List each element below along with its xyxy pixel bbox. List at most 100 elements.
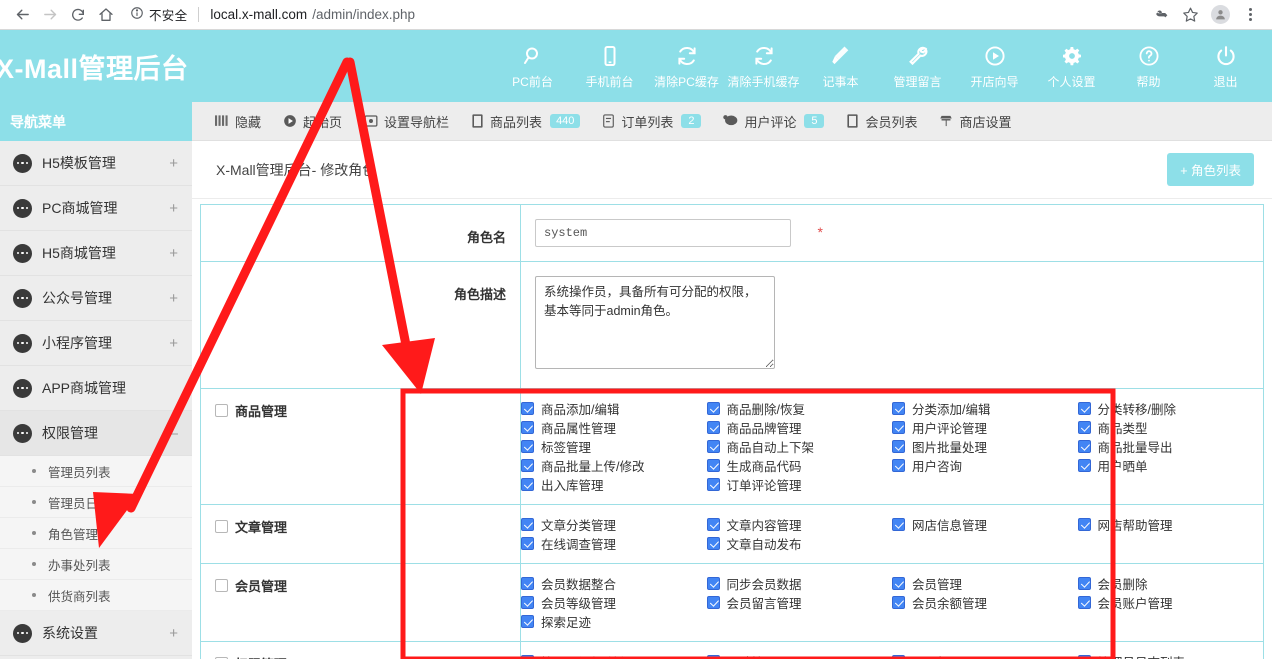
sidebar-subitem-office-list[interactable]: 办事处列表 (0, 549, 192, 580)
checkbox[interactable] (706, 478, 720, 491)
home-icon[interactable] (92, 1, 120, 29)
checkbox[interactable] (1077, 655, 1091, 659)
tool-notebook[interactable]: 记事本 (802, 43, 879, 90)
sidebar-item-permission-management[interactable]: 权限管理 – (0, 411, 192, 456)
sidebar-item-official-account[interactable]: 公众号管理 + (0, 276, 192, 321)
permission-checkbox-item[interactable]: 同步会员数据 (706, 574, 893, 593)
tool-help[interactable]: 帮助 (1110, 43, 1187, 90)
permission-checkbox-item[interactable]: 会员账户管理 (1077, 593, 1264, 612)
permission-checkbox-item[interactable]: 商品批量上传/修改 (521, 456, 707, 475)
subnav-navbar-settings[interactable]: 设置导航栏 (353, 112, 460, 131)
expand-toggle-icon[interactable]: + (169, 335, 178, 352)
permission-checkbox-item[interactable]: 订单评论管理 (706, 475, 893, 494)
sidebar-subitem-admin-log[interactable]: 管理员日志 (0, 487, 192, 518)
subnav-user-comments[interactable]: 用户评论 5 (712, 112, 835, 131)
tool-pc-frontend[interactable]: PC前台 (494, 43, 571, 90)
sidebar-item-miniprogram[interactable]: 小程序管理 + (0, 321, 192, 366)
group-checkbox[interactable] (215, 579, 228, 592)
sidebar-subitem-role-management[interactable]: 角色管理 (0, 518, 192, 549)
tool-logout[interactable]: 退出 (1187, 43, 1264, 90)
subnav-product-list[interactable]: 商品列表 440 (460, 112, 591, 131)
checkbox[interactable] (521, 421, 534, 434)
role-name-input[interactable] (535, 219, 791, 247)
checkbox[interactable] (706, 421, 720, 434)
permission-checkbox-item[interactable]: 探索足迹 (521, 612, 707, 631)
star-icon[interactable] (1176, 1, 1204, 29)
checkbox[interactable] (521, 655, 534, 659)
checkbox[interactable] (892, 655, 905, 659)
permission-group-toggle[interactable]: 商品管理 (215, 401, 520, 420)
expand-toggle-icon[interactable]: + (169, 155, 178, 172)
permission-checkbox-item[interactable]: 会员等级管理 (521, 593, 707, 612)
checkbox[interactable] (892, 596, 905, 609)
sidebar-subitem-admin-list[interactable]: 管理员列表 (0, 456, 192, 487)
permission-checkbox-item[interactable]: 会员余额管理 (892, 593, 1078, 612)
tool-manage-messages[interactable]: 管理留言 (879, 43, 956, 90)
permission-checkbox-item[interactable]: 文章内容管理 (706, 515, 893, 534)
permission-checkbox-item[interactable]: 分类添加/编辑 (892, 399, 1078, 418)
address-bar[interactable]: 不安全 local.x-mall.com/admin/index.php (130, 3, 1146, 27)
permission-checkbox-item[interactable]: 文章分类管理 (521, 515, 707, 534)
permission-checkbox-item[interactable]: 会员数据整合 (521, 574, 707, 593)
permission-checkbox-item[interactable]: 图片批量处理 (892, 437, 1078, 456)
sidebar-item-pc-mall[interactable]: PC商城管理 + (0, 186, 192, 231)
checkbox[interactable] (521, 440, 534, 453)
checkbox[interactable] (1077, 440, 1091, 453)
subnav-start-page[interactable]: 起始页 (272, 112, 353, 131)
checkbox[interactable] (521, 518, 534, 531)
checkbox[interactable] (892, 440, 905, 453)
permission-checkbox-item[interactable]: 商品批量导出 (1077, 437, 1264, 456)
sidebar-item-app-mall[interactable]: APP商城管理 (0, 366, 192, 411)
subnav-order-list[interactable]: 订单列表 2 (591, 112, 712, 131)
checkbox[interactable] (706, 459, 720, 472)
checkbox[interactable] (521, 596, 534, 609)
permission-checkbox-item[interactable]: 出入库管理 (521, 475, 707, 494)
sidebar-subitem-supplier-list[interactable]: 供货商列表 (0, 580, 192, 611)
checkbox[interactable] (521, 459, 534, 472)
permission-checkbox-item[interactable]: 商品删除/恢复 (706, 399, 893, 418)
permission-checkbox-item[interactable]: 商品品牌管理 (706, 418, 893, 437)
subnav-shop-settings[interactable]: 商店设置 (928, 112, 1022, 131)
permission-checkbox-item[interactable]: 用户晒单 (1077, 456, 1264, 475)
permission-checkbox-item[interactable]: 管理员日志列表 (1077, 652, 1264, 659)
back-arrow-icon[interactable] (8, 1, 36, 29)
checkbox[interactable] (1077, 518, 1091, 531)
permission-checkbox-item[interactable]: 管理员添加/编辑 (521, 652, 707, 659)
checkbox[interactable] (521, 478, 534, 491)
permission-checkbox-item[interactable]: 商品类型 (1077, 418, 1264, 437)
expand-toggle-icon[interactable]: + (169, 625, 178, 642)
permission-checkbox-item[interactable]: 会员删除 (1077, 574, 1264, 593)
checkbox[interactable] (1077, 596, 1091, 609)
checkbox[interactable] (521, 577, 534, 590)
permission-group-toggle[interactable]: 文章管理 (215, 517, 520, 536)
permission-checkbox-item[interactable]: 会员管理 (892, 574, 1078, 593)
checkbox[interactable] (706, 577, 720, 590)
checkbox[interactable] (521, 615, 534, 628)
permission-checkbox-item[interactable]: 在线调查管理 (521, 534, 707, 553)
tool-mobile-frontend[interactable]: 手机前台 (571, 43, 648, 90)
permission-checkbox-item[interactable]: 标签管理 (521, 437, 707, 456)
checkbox[interactable] (706, 440, 720, 453)
expand-toggle-icon[interactable]: + (169, 290, 178, 307)
permission-checkbox-item[interactable]: 会员留言管理 (706, 593, 893, 612)
checkbox[interactable] (892, 518, 905, 531)
permission-group-toggle[interactable]: 会员管理 (215, 576, 520, 595)
role-list-button[interactable]: + 角色列表 (1167, 153, 1254, 186)
permission-checkbox-item[interactable]: 分类转移/删除 (1077, 399, 1264, 418)
checkbox[interactable] (1077, 421, 1091, 434)
permission-checkbox-item[interactable]: 分派权限 (892, 652, 1078, 659)
tool-shop-wizard[interactable]: 开店向导 (956, 43, 1033, 90)
checkbox[interactable] (1077, 577, 1091, 590)
permission-checkbox-item[interactable]: 用户咨询 (892, 456, 1078, 475)
checkbox[interactable] (521, 402, 534, 415)
permission-checkbox-item[interactable]: 网店信息管理 (892, 515, 1078, 534)
group-checkbox[interactable] (215, 520, 228, 533)
permission-checkbox-item[interactable]: 删除管理员 (706, 652, 893, 659)
tool-personal-settings[interactable]: 个人设置 (1033, 43, 1110, 90)
checkbox[interactable] (1077, 402, 1091, 415)
sidebar-item-system-settings[interactable]: 系统设置 + (0, 611, 192, 656)
checkbox[interactable] (706, 518, 720, 531)
permission-checkbox-item[interactable]: 商品添加/编辑 (521, 399, 707, 418)
reload-icon[interactable] (64, 1, 92, 29)
subnav-hide[interactable]: 隐藏 (204, 112, 272, 131)
